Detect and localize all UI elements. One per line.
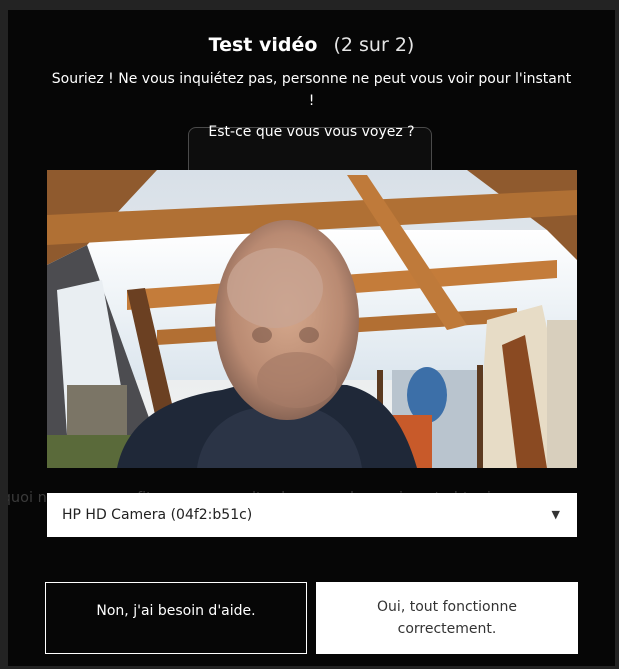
need-help-button[interactable]: Non, j'ai besoin d'aide. <box>45 582 307 654</box>
everything-works-button-label: Oui, tout fonctionne correctement. <box>377 599 517 637</box>
need-help-button-label: Non, j'ai besoin d'aide. <box>96 603 256 619</box>
dialog-title-text: Test vidéo <box>208 34 318 56</box>
dialog-subtitle: Souriez ! Ne vous inquiétez pas, personn… <box>51 71 572 109</box>
page-background: rquoi ne pas en profiter pour consulter … <box>0 0 619 669</box>
camera-preview-image <box>47 170 577 468</box>
camera-preview <box>47 170 577 468</box>
camera-select[interactable]: HP HD Camera (04f2:b51c) ▼ <box>47 493 577 537</box>
video-test-dialog: rquoi ne pas en profiter pour consulter … <box>8 10 615 666</box>
dialog-question: Est-ce que vous vous voyez ? <box>208 124 415 140</box>
triangle-down-icon: ▼ <box>551 508 560 521</box>
camera-select-value: HP HD Camera (04f2:b51c) <box>62 507 253 523</box>
everything-works-button[interactable]: Oui, tout fonctionne correctement. <box>316 582 578 654</box>
dialog-title: Test vidéo (2 sur 2) <box>8 33 615 57</box>
dialog-step-indicator: (2 sur 2) <box>333 34 415 56</box>
